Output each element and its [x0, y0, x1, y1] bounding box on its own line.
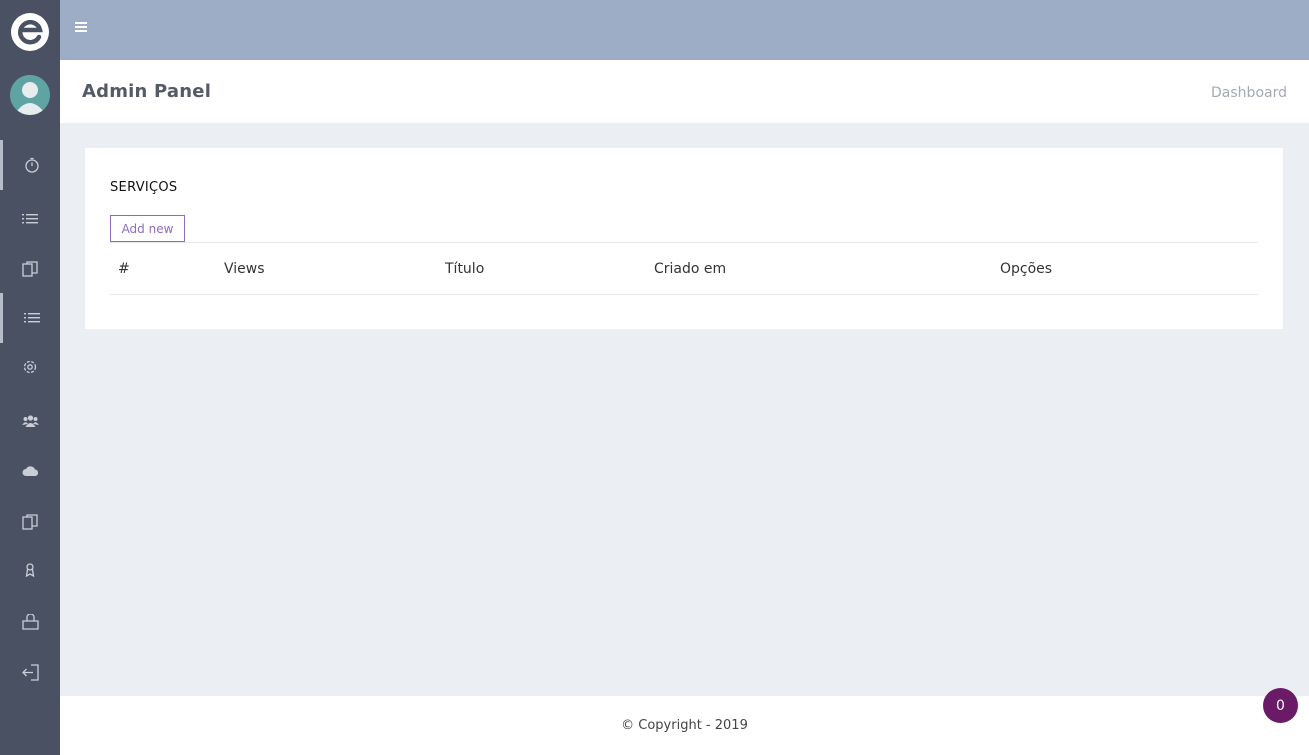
sidebar-item-briefcase[interactable] — [0, 597, 60, 647]
documents-icon — [22, 513, 38, 530]
sidebar — [0, 0, 60, 755]
dashboard-clock-icon — [24, 157, 39, 173]
add-new-button[interactable]: Add new — [110, 215, 185, 242]
sidebar-item-badge[interactable] — [0, 545, 60, 595]
table-header-row: # Views Título Criado em Opções — [110, 242, 1258, 295]
sidebar-item-list-2[interactable] — [0, 293, 60, 343]
column-header-views: Views — [216, 242, 437, 295]
column-header-title: Título — [437, 242, 646, 295]
sidebar-item-dashboard[interactable] — [0, 140, 60, 190]
cloud-icon — [22, 466, 38, 476]
list-icon — [23, 313, 40, 323]
list-icon — [22, 214, 38, 224]
card-title: SERVIÇOS — [110, 180, 178, 195]
page-title: Admin Panel — [82, 81, 212, 102]
briefcase-icon — [21, 614, 39, 630]
topbar — [60, 0, 1309, 60]
page-header: Admin Panel Dashboard — [60, 60, 1309, 123]
sidebar-item-logout[interactable] — [0, 647, 60, 697]
logout-icon — [21, 663, 39, 681]
footer: © Copyright - 2019 — [60, 696, 1309, 755]
sidebar-item-users[interactable] — [0, 396, 60, 446]
column-header-options: Opções — [992, 242, 1258, 295]
copyright-text: © Copyright - 2019 — [621, 718, 748, 733]
breadcrumb-dashboard[interactable]: Dashboard — [1211, 85, 1287, 101]
sidebar-item-documents[interactable] — [0, 244, 60, 294]
services-card: SERVIÇOS Add new # Views Título Criado e… — [85, 148, 1283, 329]
user-avatar[interactable] — [10, 75, 50, 115]
sidebar-item-list[interactable] — [0, 194, 60, 244]
column-header-id: # — [110, 242, 216, 295]
sidebar-item-documents-2[interactable] — [0, 497, 60, 547]
sidebar-item-settings[interactable] — [0, 342, 60, 392]
settings-icon — [23, 360, 37, 374]
e-logo-icon[interactable] — [11, 13, 49, 51]
badge-icon — [25, 563, 35, 577]
column-header-created: Criado em — [646, 242, 992, 295]
users-icon — [21, 415, 39, 427]
sidebar-item-cloud[interactable] — [0, 446, 60, 496]
notification-badge[interactable]: 0 — [1263, 688, 1298, 723]
menu-toggle-icon[interactable] — [75, 22, 89, 36]
documents-icon — [22, 260, 38, 277]
services-table: # Views Título Criado em Opções — [110, 242, 1258, 295]
